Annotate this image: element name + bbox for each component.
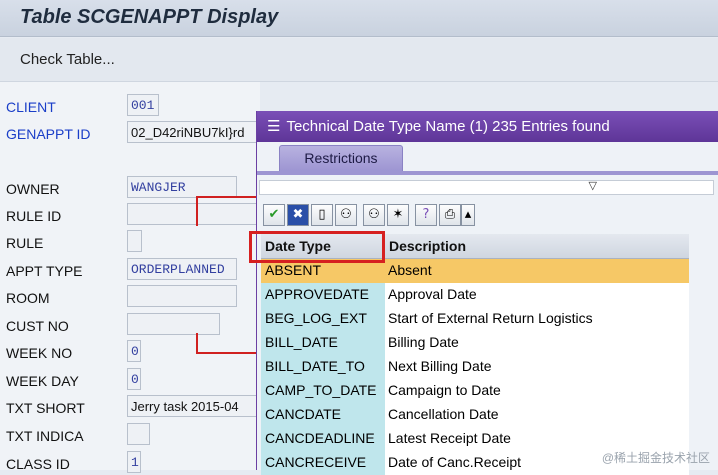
field-label: RULE ID <box>6 208 62 224</box>
column-header-description[interactable]: Description <box>389 238 466 254</box>
field-label: TXT SHORT <box>6 400 85 416</box>
rule-id-field[interactable] <box>127 203 260 225</box>
table-row[interactable]: BILL_DATE Billing Date <box>261 331 689 355</box>
field-label: TXT INDICA <box>6 428 84 444</box>
window-icon: ☰ <box>267 118 281 135</box>
record-form: CLIENT 001 GENAPPT ID 02_D42riNBU7kI}rd … <box>0 82 260 473</box>
description-cell: Campaign to Date <box>385 379 689 403</box>
field-row-client: CLIENT 001 <box>0 94 260 118</box>
field-row-genappt-id: GENAPPT ID 02_D42riNBU7kI}rd <box>0 121 260 145</box>
grid-scrollbar[interactable] <box>689 234 718 470</box>
week-no-field[interactable]: 0 <box>127 340 141 362</box>
value-help-popup: ☰ Technical Date Type Name (1) 235 Entrie… <box>256 111 718 475</box>
table-row[interactable]: CAMP_TO_DATE Campaign to Date <box>261 379 689 403</box>
field-row-txt-short: TXT SHORT Jerry task 2015-04 <box>0 395 260 419</box>
room-field[interactable] <box>127 285 237 307</box>
date-type-cell: BILL_DATE <box>261 331 385 355</box>
field-row-week-day: WEEK DAY 0 <box>0 368 260 392</box>
find-next-icon[interactable]: ⚇ <box>363 204 385 226</box>
table-row[interactable]: CANCDATE Cancellation Date <box>261 403 689 427</box>
date-type-cell: CANCDATE <box>261 403 385 427</box>
rule-field[interactable] <box>127 230 142 252</box>
highlight-box <box>249 231 385 263</box>
dropdown-arrow-icon[interactable]: ▽ <box>589 179 597 192</box>
cust-no-field[interactable] <box>127 313 220 335</box>
field-label: ROOM <box>6 290 50 306</box>
check-icon[interactable]: ✔ <box>263 204 285 226</box>
help-icon[interactable]: ? <box>415 204 437 226</box>
field-label: CUST NO <box>6 318 69 334</box>
owner-field[interactable]: WANGJER <box>127 176 237 198</box>
description-cell: Billing Date <box>385 331 689 355</box>
client-field[interactable]: 001 <box>127 94 159 116</box>
field-row-txt-indica: TXT INDICA <box>0 423 260 447</box>
field-row-room: ROOM <box>0 285 260 309</box>
field-row-cust-no: CUST NO <box>0 313 260 337</box>
field-label: WEEK DAY <box>6 373 79 389</box>
popup-title-bar: ☰ Technical Date Type Name (1) 235 Entrie… <box>257 111 718 142</box>
table-row[interactable]: BEG_LOG_EXT Start of External Return Log… <box>261 307 689 331</box>
new-page-icon[interactable]: ▯ <box>311 204 333 226</box>
date-type-cell: APPROVEDATE <box>261 283 385 307</box>
menu-arrow-icon[interactable]: ▴ <box>461 204 475 226</box>
description-cell: Cancellation Date <box>385 403 689 427</box>
settings-icon[interactable]: ✶ <box>387 204 409 226</box>
date-type-cell: CAMP_TO_DATE <box>261 379 385 403</box>
txt-indica-field[interactable] <box>127 423 150 445</box>
tab-restrictions[interactable]: Restrictions <box>279 145 403 171</box>
field-label: APPT TYPE <box>6 263 83 279</box>
restriction-field[interactable]: ▽ <box>259 180 714 195</box>
description-cell: Approval Date <box>385 283 689 307</box>
application-toolbar: Check Table... <box>0 38 718 82</box>
field-row-rule: RULE <box>0 230 260 254</box>
annotation-line <box>196 333 198 353</box>
txt-short-field[interactable]: Jerry task 2015-04 <box>127 395 260 417</box>
field-row-appt-type: APPT TYPE ORDERPLANNED <box>0 258 260 282</box>
appt-type-field[interactable]: ORDERPLANNED <box>127 258 237 280</box>
window-title-bar: Table SCGENAPPT Display <box>0 0 718 37</box>
date-type-cell: BEG_LOG_EXT <box>261 307 385 331</box>
find-icon[interactable]: ⚇ <box>335 204 357 226</box>
date-type-cell: CANCDEADLINE <box>261 427 385 451</box>
date-type-cell: CANCRECEIVE <box>261 451 385 475</box>
genappt-id-field[interactable]: 02_D42riNBU7kI}rd <box>127 121 260 143</box>
table-row[interactable]: APPROVEDATE Approval Date <box>261 283 689 307</box>
print-icon[interactable]: ⎙ <box>439 204 461 226</box>
field-label: WEEK NO <box>6 345 73 361</box>
description-cell: Latest Receipt Date <box>385 427 689 451</box>
description-cell: Next Billing Date <box>385 355 689 379</box>
check-table-button[interactable]: Check Table... <box>20 51 115 68</box>
week-day-field[interactable]: 0 <box>127 368 141 390</box>
field-row-class-id: CLASS ID 1 <box>0 451 260 475</box>
tab-strip <box>257 171 718 175</box>
watermark: @稀土掘金技术社区 <box>601 451 710 465</box>
field-label: RULE <box>6 235 44 251</box>
popup-title: Technical Date Type Name (1) 235 Entries… <box>286 118 610 135</box>
description-cell: Absent <box>385 259 689 283</box>
table-row[interactable]: BILL_DATE_TO Next Billing Date <box>261 355 689 379</box>
window-title: Table SCGENAPPT Display <box>20 6 279 28</box>
cancel-icon[interactable]: ✖ <box>287 204 309 226</box>
field-label: OWNER <box>6 181 60 197</box>
field-label: GENAPPT ID <box>6 126 91 142</box>
description-cell: Start of External Return Logistics <box>385 307 689 331</box>
field-label: CLIENT <box>6 99 56 115</box>
field-row-rule-id: RULE ID <box>0 203 260 227</box>
annotation-line <box>196 196 198 226</box>
date-type-cell: BILL_DATE_TO <box>261 355 385 379</box>
table-row[interactable]: CANCDEADLINE Latest Receipt Date <box>261 427 689 451</box>
